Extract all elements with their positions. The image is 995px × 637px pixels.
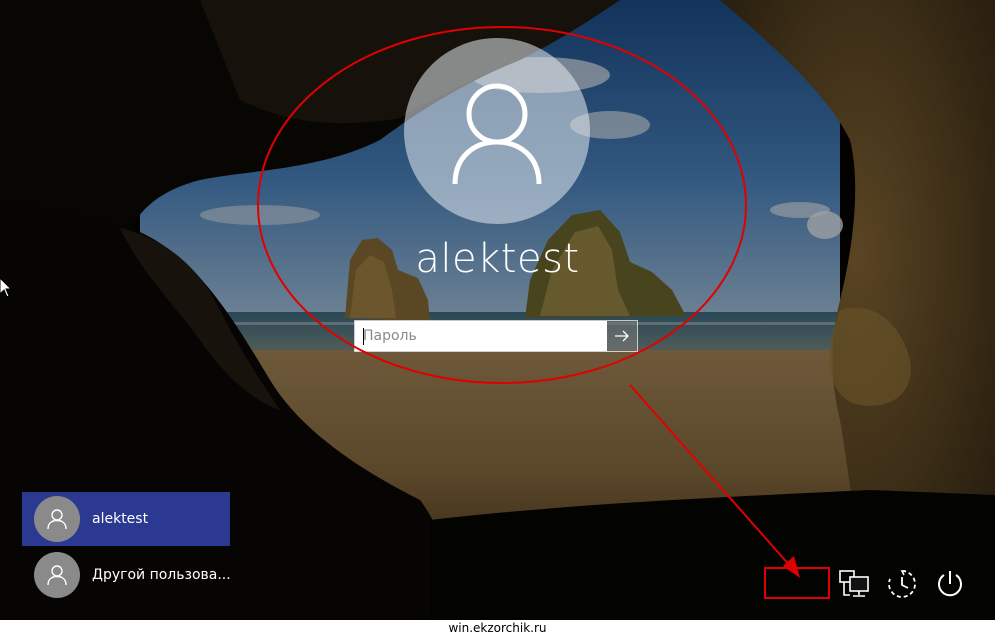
watermark: win.ekzorchik.ru: [0, 620, 995, 637]
arrow-right-icon: [615, 330, 629, 342]
user-icon: [47, 509, 67, 530]
submit-arrow-button[interactable]: [607, 321, 637, 351]
ease-of-access-icon[interactable]: [886, 568, 918, 600]
user-list-item-other[interactable]: Другой пользова...: [22, 548, 231, 602]
password-box: [354, 320, 638, 352]
lock-screen: alektest alektest Другой пользова... win…: [0, 0, 995, 637]
user-avatar-small: [34, 552, 80, 598]
user-list-item-label: alektest: [92, 511, 149, 527]
mouse-cursor-icon: [0, 278, 12, 298]
password-input[interactable]: [355, 321, 607, 351]
login-username: alektest: [415, 236, 580, 282]
user-list-item-selected[interactable]: alektest: [22, 492, 230, 546]
user-icon: [452, 83, 542, 185]
user-avatar-large: [404, 38, 590, 224]
text-caret: [363, 328, 364, 345]
user-list-item-label: Другой пользова...: [92, 567, 231, 583]
user-icon: [47, 565, 67, 586]
power-icon[interactable]: [934, 568, 966, 600]
user-avatar-small: [34, 496, 80, 542]
network-icon[interactable]: [838, 568, 870, 600]
